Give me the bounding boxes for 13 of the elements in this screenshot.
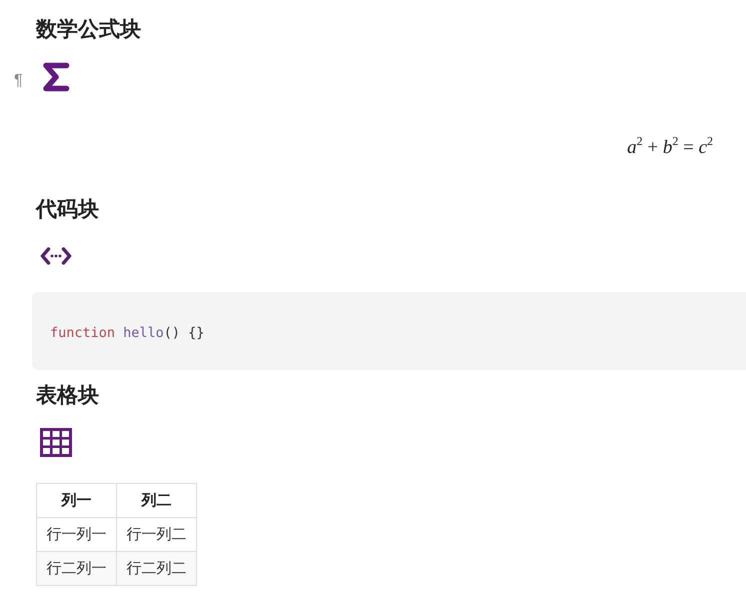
- table-icon: [40, 428, 72, 457]
- code-icon: [40, 246, 72, 266]
- code-line: function hello() {}: [50, 324, 204, 342]
- table-header-cell: 列一: [36, 484, 116, 518]
- table-header-cell: 列二: [116, 484, 196, 518]
- section-heading: 表格块: [36, 384, 99, 408]
- math-formula: a$^{2}$ + b$^{2}$ = c$^{2}$: [627, 136, 713, 160]
- table-cell: 行二列二: [116, 552, 196, 586]
- section-heading: 代码块: [36, 198, 99, 222]
- section-heading: 数学公式块: [36, 18, 141, 42]
- table-cell: 行二列一: [36, 552, 116, 586]
- paragraph-mark: ¶: [14, 72, 24, 90]
- sigma-icon: [42, 62, 70, 92]
